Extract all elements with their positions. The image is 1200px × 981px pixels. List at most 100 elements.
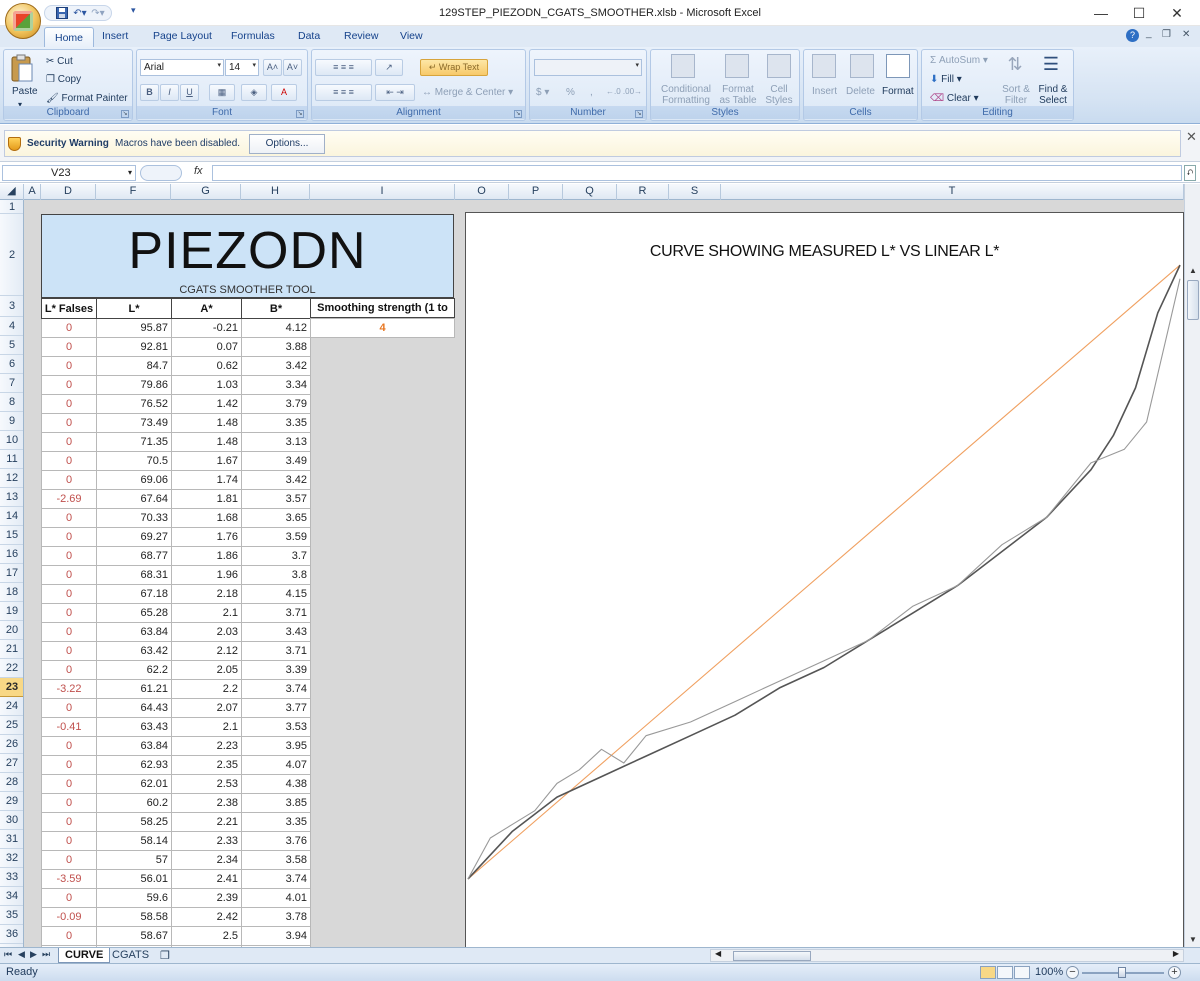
ribbon-restore-icon[interactable]: ❐: [1162, 29, 1171, 40]
tab-view[interactable]: View: [400, 30, 423, 42]
a-cell[interactable]: 1.67: [171, 451, 242, 471]
l-falses-cell[interactable]: 0: [41, 698, 97, 718]
l-falses-cell[interactable]: 0: [41, 812, 97, 832]
row-header[interactable]: 6: [0, 355, 23, 374]
row-header[interactable]: 5: [0, 336, 23, 355]
a-cell[interactable]: 2.5: [171, 926, 242, 946]
l-falses-cell[interactable]: 0: [41, 375, 97, 395]
header-l-falses[interactable]: L* Falses: [41, 298, 97, 319]
row-header[interactable]: 32: [0, 849, 23, 868]
l-cell[interactable]: 63.84: [96, 622, 172, 642]
tab-data[interactable]: Data: [298, 30, 320, 42]
tab-home[interactable]: Home: [44, 27, 95, 48]
b-cell[interactable]: 3.43: [241, 622, 311, 642]
a-cell[interactable]: 0.62: [171, 356, 242, 376]
row-header[interactable]: 13: [0, 488, 23, 507]
a-cell[interactable]: 2.33: [171, 831, 242, 851]
l-cell[interactable]: 63.84: [96, 736, 172, 756]
a-cell[interactable]: 2.07: [171, 698, 242, 718]
column-header-h[interactable]: H: [241, 184, 310, 200]
horizontal-scrollbar[interactable]: ◀ ▶: [710, 949, 1184, 962]
l-falses-cell[interactable]: 0: [41, 584, 97, 604]
b-cell[interactable]: 3.13: [241, 432, 311, 452]
b-cell[interactable]: 3.95: [241, 736, 311, 756]
l-cell[interactable]: 69.27: [96, 527, 172, 547]
l-falses-cell[interactable]: 0: [41, 546, 97, 566]
row-header[interactable]: 30: [0, 811, 23, 830]
l-falses-cell[interactable]: -3.22: [41, 679, 97, 699]
l-falses-cell[interactable]: 0: [41, 356, 97, 376]
delete-cells-icon[interactable]: [850, 54, 874, 78]
format-cells-icon[interactable]: [886, 54, 910, 78]
font-launcher-icon[interactable]: ↘: [296, 110, 304, 118]
l-cell[interactable]: 68.77: [96, 546, 172, 566]
l-falses-cell[interactable]: 0: [41, 736, 97, 756]
l-falses-cell[interactable]: 0: [41, 755, 97, 775]
b-cell[interactable]: 3.35: [241, 812, 311, 832]
l-cell[interactable]: 67.64: [96, 489, 172, 509]
l-cell[interactable]: 70.5: [96, 451, 172, 471]
b-cell[interactable]: 3.42: [241, 470, 311, 490]
scroll-up-icon[interactable]: ▲: [1185, 264, 1200, 278]
ribbon-close-icon[interactable]: ✕: [1182, 29, 1190, 40]
b-cell[interactable]: 3.79: [241, 394, 311, 414]
borders-icon[interactable]: ▦: [209, 84, 235, 101]
row-header[interactable]: 18: [0, 583, 23, 602]
a-cell[interactable]: 2.05: [171, 660, 242, 680]
horizontal-scroll-thumb[interactable]: [733, 951, 811, 961]
name-box[interactable]: V23 ▾: [2, 165, 136, 181]
row-header[interactable]: 4: [0, 317, 23, 336]
header-a[interactable]: A*: [171, 298, 242, 319]
b-cell[interactable]: 4.01: [241, 888, 311, 908]
zoom-out-icon[interactable]: −: [1066, 966, 1079, 979]
zoom-level[interactable]: 100%: [1035, 966, 1063, 978]
row-header[interactable]: 1: [0, 200, 23, 214]
a-cell[interactable]: 1.76: [171, 527, 242, 547]
a-cell[interactable]: -0.21: [171, 318, 242, 338]
b-cell[interactable]: 4.38: [241, 774, 311, 794]
a-cell[interactable]: 0.07: [171, 337, 242, 357]
b-cell[interactable]: 3.94: [241, 926, 311, 946]
l-falses-cell[interactable]: 0: [41, 850, 97, 870]
a-cell[interactable]: 1.74: [171, 470, 242, 490]
a-cell[interactable]: 1.86: [171, 546, 242, 566]
column-header-i[interactable]: I: [310, 184, 455, 200]
formula-input[interactable]: [212, 165, 1182, 181]
b-cell[interactable]: 3.88: [241, 337, 311, 357]
b-cell[interactable]: 3.42: [241, 356, 311, 376]
alignment-launcher-icon[interactable]: ↘: [514, 110, 522, 118]
fill-color-icon[interactable]: ◈: [241, 84, 267, 101]
a-cell[interactable]: 2.21: [171, 812, 242, 832]
insert-function-button[interactable]: fx: [194, 165, 203, 177]
l-cell[interactable]: 68.31: [96, 565, 172, 585]
ribbon-minimize-icon[interactable]: _: [1146, 28, 1152, 39]
l-cell[interactable]: 70.33: [96, 508, 172, 528]
number-format-combo[interactable]: ▾: [534, 59, 642, 76]
row-header[interactable]: 21: [0, 640, 23, 659]
close-icon[interactable]: ✕: [1186, 129, 1197, 145]
a-cell[interactable]: 2.1: [171, 717, 242, 737]
grow-font-icon[interactable]: A˄: [263, 59, 282, 76]
l-cell[interactable]: 58.67: [96, 926, 172, 946]
l-cell[interactable]: 71.35: [96, 432, 172, 452]
b-cell[interactable]: 4.15: [241, 584, 311, 604]
format-button[interactable]: Format: [882, 86, 914, 97]
row-header[interactable]: 23: [0, 678, 23, 697]
scroll-right-icon[interactable]: ▶: [1173, 949, 1179, 958]
l-cell[interactable]: 92.81: [96, 337, 172, 357]
vertical-align-icon[interactable]: ≡ ≡ ≡: [315, 59, 372, 76]
l-falses-cell[interactable]: 0: [41, 831, 97, 851]
a-cell[interactable]: 2.53: [171, 774, 242, 794]
orientation-icon[interactable]: ↗: [375, 59, 403, 76]
row-header[interactable]: 22: [0, 659, 23, 678]
row-header[interactable]: 28: [0, 773, 23, 792]
l-cell[interactable]: 57: [96, 850, 172, 870]
bold-button[interactable]: B: [140, 84, 159, 101]
a-cell[interactable]: 1.81: [171, 489, 242, 509]
autosum-button[interactable]: Σ AutoSum ▾: [930, 55, 988, 66]
l-cell[interactable]: 67.18: [96, 584, 172, 604]
conditional-formatting-button[interactable]: Conditional Formatting: [655, 84, 717, 106]
row-header[interactable]: 3: [0, 296, 23, 317]
l-falses-cell[interactable]: 0: [41, 337, 97, 357]
row-header[interactable]: 15: [0, 526, 23, 545]
